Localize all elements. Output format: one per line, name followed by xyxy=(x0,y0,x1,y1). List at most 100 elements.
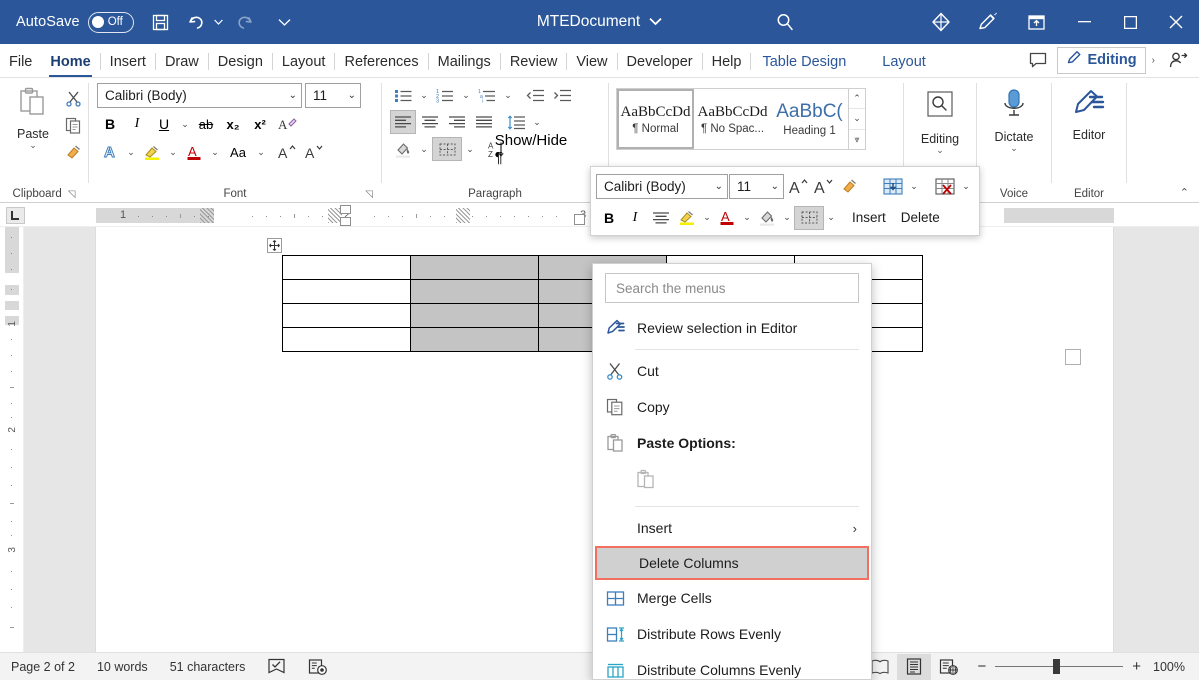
tab-draw[interactable]: Draw xyxy=(156,46,208,77)
table-cell-selected[interactable] xyxy=(411,280,539,304)
table-resize-handle[interactable] xyxy=(1065,349,1081,365)
styles-scroll-down-icon[interactable]: ⌄ xyxy=(849,109,865,129)
tab-help[interactable]: Help xyxy=(703,46,751,77)
autosave-control[interactable]: AutoSave Off xyxy=(16,12,134,33)
zoom-level-label[interactable]: 100% xyxy=(1153,660,1199,674)
table-cell-selected[interactable] xyxy=(411,304,539,328)
copy-button[interactable] xyxy=(60,113,86,137)
search-the-menus-input[interactable]: Search the menus xyxy=(605,273,859,303)
style-normal[interactable]: AaBbCcDd ¶ Normal xyxy=(617,89,694,149)
subscript-button[interactable]: x₂ xyxy=(220,112,246,136)
share-icon[interactable] xyxy=(1161,44,1195,76)
mini-font-name-caret-icon[interactable]: ⌄ xyxy=(709,181,723,192)
table-cell-selected[interactable] xyxy=(411,256,539,280)
customize-quick-access-icon[interactable] xyxy=(270,6,300,38)
dictate-dropdown-caret[interactable]: ⌄ xyxy=(1010,145,1018,152)
context-menu-item-insert[interactable]: Insert › xyxy=(593,510,871,546)
status-character-count[interactable]: 51 characters xyxy=(159,653,257,680)
font-name-combo[interactable]: Calibri (Body) ⌄ xyxy=(97,83,302,108)
text-effects-icon[interactable]: A xyxy=(97,140,123,164)
zoom-slider-control[interactable]: − + xyxy=(965,658,1153,675)
table-move-handle[interactable] xyxy=(267,238,282,253)
font-size-caret-icon[interactable]: ⌄ xyxy=(342,90,356,101)
mini-insert-table-icon[interactable] xyxy=(879,175,907,199)
dictate-button[interactable]: Dictate ⌄ xyxy=(987,84,1041,152)
table-cell-selected[interactable] xyxy=(411,328,539,352)
tab-file[interactable]: File xyxy=(0,46,41,77)
styles-gallery-scroll[interactable]: ⌃ ⌄ ⩔ xyxy=(848,89,865,149)
table-cell[interactable] xyxy=(283,256,411,280)
font-color-icon[interactable]: A xyxy=(181,140,207,164)
change-case-button[interactable]: Aa xyxy=(223,140,253,164)
diamond-icon[interactable] xyxy=(919,6,963,38)
editing-dropdown-caret[interactable]: ⌄ xyxy=(936,147,944,154)
table-cell[interactable] xyxy=(283,328,411,352)
table-cell[interactable] xyxy=(283,304,411,328)
shading-icon[interactable] xyxy=(390,137,416,161)
mini-shrink-font-icon[interactable]: A xyxy=(812,175,837,199)
justify-button[interactable] xyxy=(471,110,497,134)
ribbon-display-options-icon[interactable] xyxy=(1011,6,1061,38)
context-menu-item-distribute-columns[interactable]: Distribute Columns Evenly xyxy=(593,652,871,680)
clipboard-dialog-launcher[interactable]: ◹ xyxy=(68,189,76,200)
table-cell[interactable] xyxy=(283,280,411,304)
minimize-button[interactable] xyxy=(1061,0,1107,44)
editing-expand-caret[interactable]: › xyxy=(1148,55,1159,66)
cut-button[interactable] xyxy=(60,86,86,110)
align-right-button[interactable] xyxy=(444,110,470,134)
numbering-dropdown-icon[interactable]: ⌄ xyxy=(459,83,473,107)
mini-format-painter-icon[interactable] xyxy=(837,175,863,199)
styles-scroll-up-icon[interactable]: ⌃ xyxy=(849,89,865,109)
mini-delete-table-icon[interactable] xyxy=(931,175,959,199)
tab-view[interactable]: View xyxy=(567,46,616,77)
context-menu-item-merge-cells[interactable]: Merge Cells xyxy=(593,580,871,616)
accessibility-status-icon[interactable] xyxy=(297,653,339,680)
mini-font-color-dropdown-icon[interactable]: ⌄ xyxy=(740,206,754,230)
context-menu-item-distribute-rows[interactable]: Distribute Rows Evenly xyxy=(593,616,871,652)
decrease-indent-icon[interactable] xyxy=(522,83,548,107)
pen-draw-icon[interactable] xyxy=(963,6,1011,38)
close-button[interactable] xyxy=(1153,0,1199,44)
editing-mode-button[interactable]: Editing xyxy=(1057,47,1146,74)
mini-borders-button[interactable] xyxy=(794,206,824,230)
search-icon[interactable] xyxy=(770,6,800,38)
multilevel-list-icon[interactable]: 1ai xyxy=(474,83,500,107)
undo-icon[interactable] xyxy=(182,6,212,38)
format-painter-button[interactable] xyxy=(60,140,86,164)
font-name-caret-icon[interactable]: ⌄ xyxy=(283,90,297,101)
mini-shading-dropdown-icon[interactable]: ⌄ xyxy=(780,206,794,230)
line-spacing-dropdown-icon[interactable]: ⌄ xyxy=(530,110,544,134)
zoom-slider-track[interactable] xyxy=(995,666,1123,667)
proofing-status-icon[interactable] xyxy=(256,653,297,680)
paste-dropdown-caret[interactable]: ⌄ xyxy=(29,142,37,149)
tab-table-design[interactable]: Table Design xyxy=(751,46,857,77)
borders-button[interactable] xyxy=(432,137,462,161)
tab-developer[interactable]: Developer xyxy=(618,46,702,77)
view-web-layout-button[interactable] xyxy=(931,654,965,680)
context-menu-item-copy[interactable]: Copy xyxy=(593,389,871,425)
tab-insert[interactable]: Insert xyxy=(101,46,155,77)
maximize-button[interactable] xyxy=(1107,0,1153,44)
mini-toolbar[interactable]: Calibri (Body) ⌄ 11 ⌄ A A ⌄ ⌄ B I xyxy=(590,166,980,236)
tab-references[interactable]: References xyxy=(335,46,427,77)
tab-review[interactable]: Review xyxy=(501,46,567,77)
context-menu-item-cut[interactable]: Cut xyxy=(593,353,871,389)
status-page-indicator[interactable]: Page 2 of 2 xyxy=(0,653,86,680)
zoom-in-button[interactable]: + xyxy=(1132,658,1141,675)
highlight-dropdown-icon[interactable]: ⌄ xyxy=(166,140,180,164)
context-menu-item-delete-columns[interactable]: Delete Columns xyxy=(595,546,869,580)
collapse-ribbon-icon[interactable]: ⌃ xyxy=(1180,186,1189,199)
status-word-count[interactable]: 10 words xyxy=(86,653,159,680)
mini-insert-dropdown-icon[interactable]: ⌄ xyxy=(907,175,921,199)
tab-layout[interactable]: Layout xyxy=(273,46,335,77)
font-size-combo[interactable]: 11 ⌄ xyxy=(305,83,361,108)
undo-dropdown-icon[interactable] xyxy=(212,6,226,38)
bullets-icon[interactable] xyxy=(390,83,416,107)
editing-button[interactable]: Editing ⌄ xyxy=(913,86,967,154)
center-button[interactable] xyxy=(417,110,443,134)
zoom-slider-thumb[interactable] xyxy=(1053,659,1060,674)
bullets-dropdown-icon[interactable]: ⌄ xyxy=(417,83,431,107)
styles-gallery[interactable]: AaBbCcDd ¶ Normal AaBbCcDd ¶ No Spac... … xyxy=(616,88,866,150)
highlight-color-icon[interactable] xyxy=(139,140,165,164)
mini-bold-button[interactable]: B xyxy=(596,206,622,230)
